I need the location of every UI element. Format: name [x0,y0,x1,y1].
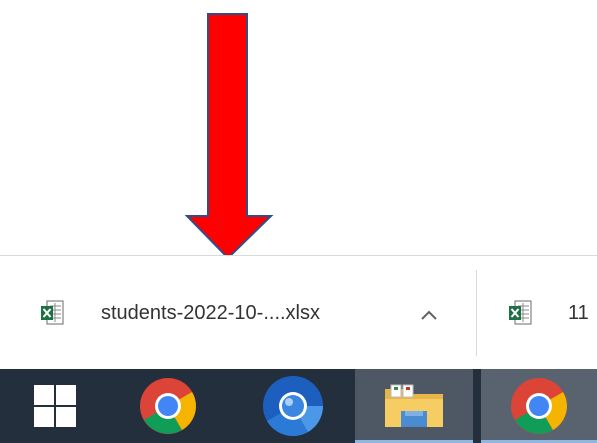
start-button[interactable] [0,369,110,443]
download-shelf: students-2022-10-....xlsx 11 [0,255,597,370]
shelf-divider [476,270,477,356]
chromium-icon [263,376,323,437]
chrome-icon [511,378,567,434]
taskbar [0,369,597,443]
red-arrow-annotation [184,13,274,260]
download-item[interactable]: 11 [480,256,597,370]
screenshot: students-2022-10-....xlsx 11 [0,0,597,443]
chevron-up-icon[interactable] [414,300,444,330]
excel-file-icon [509,300,532,325]
taskbar-chrome-button[interactable] [113,369,223,443]
download-filename: 11 [568,302,589,324]
windows-logo-icon [34,385,76,427]
taskbar-chrome-active-button[interactable] [481,369,597,443]
taskbar-chromium-button[interactable] [238,369,348,443]
excel-file-icon [41,300,64,325]
chrome-icon [140,378,196,434]
download-filename: students-2022-10-....xlsx [101,302,320,324]
folder-icon [385,384,443,427]
taskbar-file-explorer-button[interactable] [355,369,473,443]
download-item[interactable]: students-2022-10-....xlsx [0,256,476,370]
arrow-icon [184,13,274,260]
